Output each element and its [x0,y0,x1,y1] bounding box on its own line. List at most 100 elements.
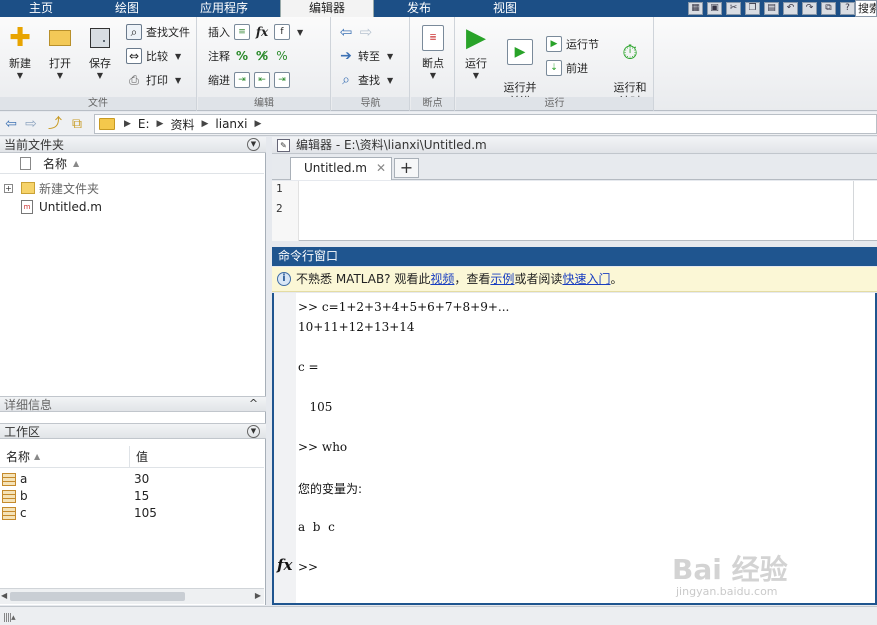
insert-button[interactable]: 插入 ≡ fx f ▼ [208,22,303,42]
workspace-row[interactable]: a 30 [0,471,264,488]
indent-label: 缩进 [208,74,230,87]
layout-icon[interactable]: ▦ [688,2,703,15]
line-number: 2 [276,202,283,215]
comment-button[interactable]: 注释 % %̸ % [208,46,290,66]
path-segment-folder[interactable]: 资料 [166,116,198,133]
line-number: 1 [276,182,283,195]
navigate-group-label: 导航 [332,97,409,110]
open-button[interactable]: 打开 ▼ [42,23,78,81]
chevron-up-icon[interactable]: ^ [247,398,260,411]
workspace-row[interactable]: b 15 [0,488,264,505]
info-text: ，查看 [454,272,491,286]
scroll-left-icon[interactable]: ◀ [1,591,7,600]
chevron-down-icon: ▼ [387,75,394,85]
save-button[interactable]: 保存 ▼ [82,23,118,81]
tab-view[interactable]: 视图 [464,0,546,17]
comment-label: 注释 [208,50,230,63]
resize-grip-icon[interactable]: ||||▴ [3,613,16,623]
run-section-button[interactable]: ▶ 运行节 [546,34,599,54]
insert-label: 插入 [208,26,230,39]
advance-button[interactable]: ⇣ 前进 [546,58,588,78]
close-icon[interactable]: ✕ [376,158,386,179]
file-name: Untitled.m [39,200,102,214]
browse-folder-icon[interactable]: ⧉ [68,115,86,133]
current-folder-column-header[interactable]: 名称 ▲ [0,154,264,174]
switch-windows-icon[interactable]: ⧉ [821,2,836,15]
help-icon[interactable]: ? [840,2,855,15]
breakpoints-button[interactable]: ≣ 断点 ▼ [415,23,451,81]
command-prompt[interactable]: >> [298,560,318,574]
command-window[interactable]: >> c=1+2+3+4+5+6+7+8+9+... 10+11+12+13+1… [272,293,877,605]
scrollbar-thumb[interactable] [10,592,185,601]
goto-button[interactable]: ➔ 转至 ▼ [338,46,393,66]
print-button[interactable]: ⎙ 打印 ▼ [126,70,181,90]
back-icon[interactable]: ⇦ [2,115,20,133]
up-folder-icon[interactable]: ⤴ [46,115,64,133]
status-bar: ||||▴ [0,606,877,625]
cut-icon[interactable]: ✂ [726,2,741,15]
back-forward-nav[interactable]: ⇦ ⇨ [338,22,374,42]
save-icon[interactable]: ▣ [707,2,722,15]
paste-icon[interactable]: ▤ [764,2,779,15]
chevron-down-icon: ▼ [472,71,480,80]
tab-home[interactable]: 主页 [0,0,82,17]
scroll-right-icon[interactable]: ▶ [255,591,261,600]
editor-header: ✎ 编辑器 - E:\资料\lianxi\Untitled.m [272,137,877,154]
compare-button[interactable]: ⇔ 比较 ▼ [126,46,181,66]
function-browser-icon[interactable]: fx [277,556,292,574]
folder-open-icon [47,25,73,51]
video-link[interactable]: 视频 [430,272,454,286]
chevron-down-icon: ▼ [96,71,104,80]
path-segment-drive[interactable]: E: [134,117,154,131]
new-tab-button[interactable]: + [394,158,419,178]
tab-apps[interactable]: 应用程序 [172,0,276,17]
run-button[interactable]: ▶ 运行 ▼ [458,23,494,81]
panel-menu-icon[interactable]: ▼ [247,138,260,151]
undo-icon[interactable]: ↶ [783,2,798,15]
horizontal-scrollbar[interactable]: ◀ ▶ [0,588,264,604]
run-label: 运行 [465,57,487,70]
arrow-left-icon[interactable]: ⇦ [338,23,354,41]
find-files-button[interactable]: ⌕ 查找文件 [126,22,190,42]
current-path-field[interactable]: ▶ E: ▶ 资料 ▶ lianxi ▶ [94,114,877,134]
ribbon: ✚ 新建 ▼ 打开 ▼ 保存 ▼ ⌕ 查找文件 ⇔ 比较 ▼ ⎙ 打印 ▼ 文件 [0,17,877,111]
current-folder-header: 当前文件夹 ▼ [0,137,266,153]
examples-link[interactable]: 示例 [490,272,514,286]
tab-plots[interactable]: 绘图 [86,0,168,17]
search-documentation-input[interactable]: 搜索 [855,0,877,17]
new-button[interactable]: ✚ 新建 ▼ [2,23,38,81]
variable-value: 15 [134,489,150,503]
folder-row[interactable]: + 新建文件夹 [0,179,266,197]
workspace-value-column[interactable]: 值 [136,446,148,468]
chevron-down-icon: ▼ [297,27,304,37]
code-editor[interactable]: 1 2 [272,181,877,241]
tab-editor[interactable]: 编辑器 [280,0,374,17]
insert-function-icon: fx [255,25,269,39]
path-separator-icon: ▶ [156,119,164,129]
editor-tab-bar: Untitled.m ✕ + [272,155,877,180]
panel-menu-icon[interactable]: ▼ [247,425,260,438]
run-section-label: 运行节 [566,38,599,51]
variable-grid-icon [2,507,16,520]
expand-icon[interactable]: + [4,183,13,193]
editor-tab[interactable]: Untitled.m ✕ [290,157,392,180]
path-segment-subfolder[interactable]: lianxi [211,117,251,131]
redo-icon[interactable]: ↷ [802,2,817,15]
workspace-row[interactable]: c 105 [0,505,264,522]
workspace-name-column[interactable]: 名称 [6,446,30,468]
details-header[interactable]: 详细信息 ^ [0,396,266,412]
getting-started-link[interactable]: 快速入门 [562,272,610,286]
column-divider[interactable] [129,446,130,468]
copy-icon[interactable]: ❐ [745,2,760,15]
indent-button[interactable]: 缩进 ⇥ ⇤ ⇥ [208,70,290,90]
tab-publish[interactable]: 发布 [378,0,460,17]
find-button[interactable]: ⌕ 查找 ▼ [338,70,393,90]
folder-icon [99,118,115,130]
plus-icon: ✚ [9,23,31,53]
arrow-right-icon[interactable]: ⇨ [358,23,374,41]
find-files-label: 查找文件 [146,26,190,39]
forward-icon[interactable]: ⇨ [22,115,40,133]
file-row[interactable]: m Untitled.m [0,198,266,216]
variable-name: a [20,472,28,486]
run-group-label: 运行 [456,97,653,110]
